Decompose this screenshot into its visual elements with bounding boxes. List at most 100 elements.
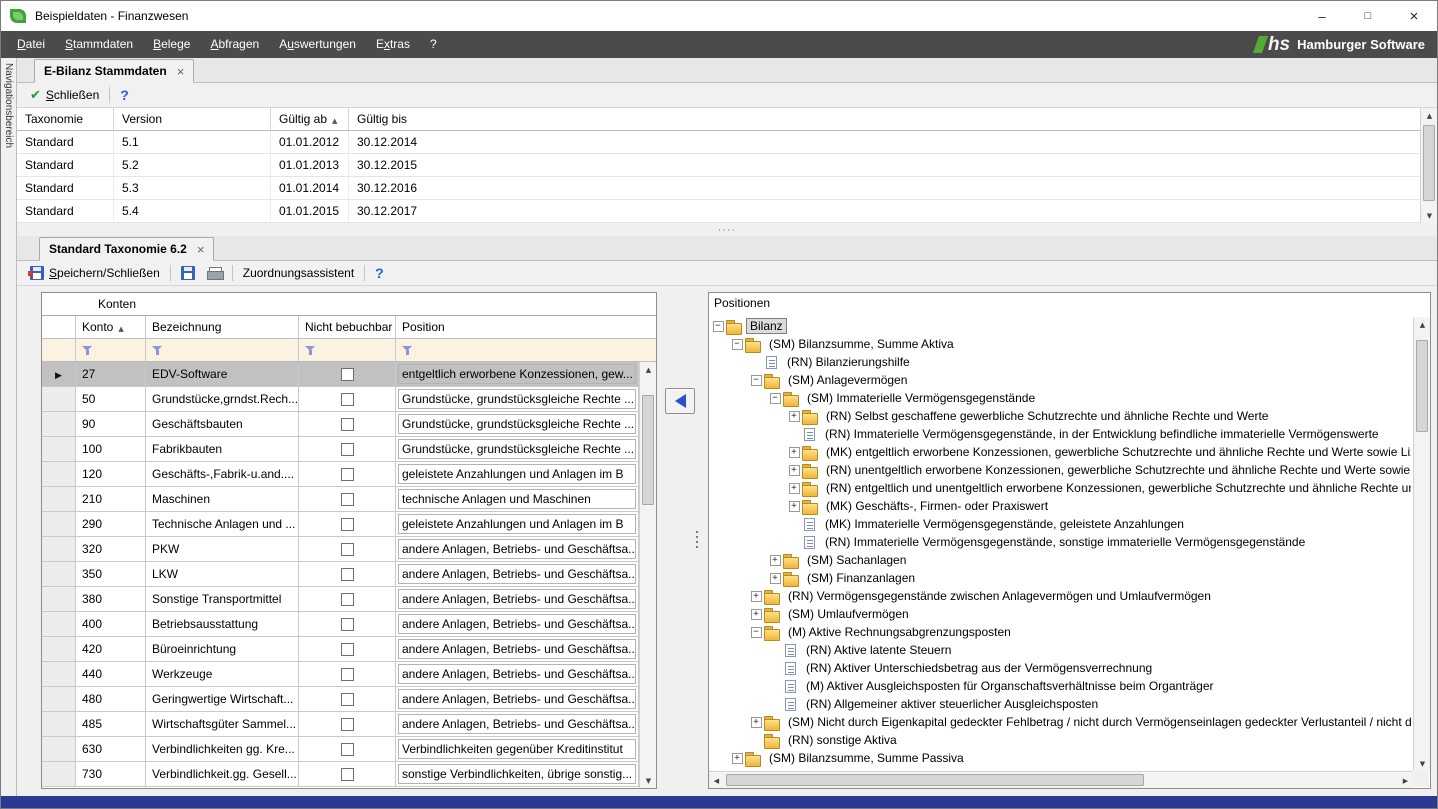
nicht-bebuchbar-checkbox[interactable] (341, 443, 354, 456)
nicht-bebuchbar-checkbox[interactable] (341, 518, 354, 531)
scroll-right-icon[interactable]: ▶ (1398, 772, 1413, 789)
nicht-bebuchbar-checkbox[interactable] (341, 743, 354, 756)
tree-node[interactable]: +(RN) Vermögensgegenstände zwischen Anla… (711, 587, 1412, 605)
expand-icon[interactable]: + (751, 591, 762, 602)
scrollbar-track[interactable] (1421, 123, 1437, 208)
tree-node[interactable]: +(SM) Umlaufvermögen (711, 605, 1412, 623)
collapse-icon[interactable]: − (732, 339, 743, 350)
save-button[interactable] (175, 264, 201, 282)
expand-icon[interactable]: + (789, 411, 800, 422)
nicht-bebuchbar-checkbox[interactable] (341, 593, 354, 606)
nicht-bebuchbar-checkbox[interactable] (341, 418, 354, 431)
tree-node[interactable]: (RN) Immaterielle Vermögensgegenstände, … (711, 533, 1412, 551)
taxonomie-row[interactable]: Standard5.401.01.201530.12.2017 (17, 200, 1420, 223)
tree-node[interactable]: (MK) Immaterielle Vermögensgegenstände, … (711, 515, 1412, 533)
tab-standard-taxonomie[interactable]: Standard Taxonomie 6.2 × (39, 237, 214, 261)
tree-node[interactable]: (RN) Aktiver Unterschiedsbetrag aus der … (711, 659, 1412, 677)
scrollbar-thumb[interactable] (642, 395, 654, 505)
upper-table-scrollbar[interactable]: ▲ ▼ (1420, 108, 1437, 223)
tree-node[interactable]: −Bilanz (711, 317, 1412, 335)
filter-funnel-icon[interactable] (305, 345, 316, 356)
navigation-strip[interactable]: Navigationsbereich (1, 58, 17, 796)
konten-row[interactable]: 210Maschinentechnische Anlagen und Masch… (42, 487, 639, 512)
tree-node[interactable]: +(MK) Geschäfts-, Firmen- oder Praxiswer… (711, 497, 1412, 515)
minimize-button[interactable]: – (1299, 1, 1345, 31)
column-header-nicht-bebuchbar[interactable]: Nicht bebuchbar (299, 316, 396, 338)
tree-node[interactable]: (RN) Aktive latente Steuern (711, 641, 1412, 659)
speichern-schliessen-button[interactable]: Speichern/Schließen (24, 264, 166, 282)
expand-icon[interactable]: + (770, 573, 781, 584)
print-button[interactable] (201, 265, 228, 282)
scroll-left-icon[interactable]: ◀ (709, 772, 724, 789)
collapse-icon[interactable]: − (751, 375, 762, 386)
konten-row[interactable]: 420Büroeinrichtungandere Anlagen, Betrie… (42, 637, 639, 662)
column-header-position[interactable]: Position (396, 316, 656, 338)
nicht-bebuchbar-checkbox[interactable] (341, 668, 354, 681)
konten-row[interactable]: 730Verbindlichkeit.gg. Gesell...sonstige… (42, 762, 639, 787)
collapse-icon[interactable]: − (713, 321, 724, 332)
taxonomie-row[interactable]: Standard5.301.01.201430.12.2016 (17, 177, 1420, 200)
scrollbar-track[interactable] (640, 377, 656, 773)
column-header-bezeichnung[interactable]: Bezeichnung (146, 316, 299, 338)
expand-icon[interactable]: + (789, 465, 800, 476)
konten-row[interactable]: 480Geringwertige Wirtschaft...andere Anl… (42, 687, 639, 712)
tree-node[interactable]: (RN) Immaterielle Vermögensgegenstände, … (711, 425, 1412, 443)
tree-node[interactable]: +(SM) Sachanlagen (711, 551, 1412, 569)
nicht-bebuchbar-checkbox[interactable] (341, 468, 354, 481)
menu-item-datei[interactable]: Datei (7, 31, 55, 58)
konten-row[interactable]: 400Betriebsausstattungandere Anlagen, Be… (42, 612, 639, 637)
taxonomie-row[interactable]: Standard5.101.01.201230.12.2014 (17, 131, 1420, 154)
expand-icon[interactable]: + (789, 501, 800, 512)
expand-icon[interactable]: + (732, 753, 743, 764)
menu-item-extras[interactable]: Extras (366, 31, 420, 58)
scroll-up-icon[interactable]: ▲ (1421, 108, 1438, 123)
tree-node[interactable]: +(SM) Finanzanlagen (711, 569, 1412, 587)
konten-row[interactable]: 630Verbindlichkeiten gg. Kre...Verbindli… (42, 737, 639, 762)
tree-node[interactable]: +(MK) entgeltlich erworbene Konzessionen… (711, 443, 1412, 461)
expand-icon[interactable]: + (789, 483, 800, 494)
zuordnungsassistent-button[interactable]: Zuordnungsassistent (237, 264, 360, 282)
tree-node[interactable]: (RN) Bilanzierungshilfe (711, 353, 1412, 371)
konten-row[interactable]: 50Grundstücke,grndst.Rech...Grundstücke,… (42, 387, 639, 412)
column-header-konto[interactable]: Konto (76, 316, 146, 338)
expand-icon[interactable]: + (789, 447, 800, 458)
filter-cell-konto[interactable] (76, 339, 146, 361)
scrollbar-thumb[interactable] (1416, 340, 1428, 432)
horizontal-splitter[interactable]: ···· (17, 223, 1437, 236)
column-header-gueltig-ab[interactable]: Gültig ab (271, 108, 349, 130)
menu-item-belege[interactable]: Belege (143, 31, 200, 58)
menu-item-stammdaten[interactable]: Stammdaten (55, 31, 143, 58)
konten-row[interactable]: 320PKWandere Anlagen, Betriebs- und Gesc… (42, 537, 639, 562)
maximize-button[interactable]: □ (1345, 1, 1391, 31)
positionen-hscrollbar[interactable]: ◀ ▶ (709, 771, 1413, 788)
tree-node[interactable]: (M) Aktiver Ausgleichsposten für Organsc… (711, 677, 1412, 695)
tree-node[interactable]: (RN) Allgemeiner aktiver steuerlicher Au… (711, 695, 1412, 713)
assign-position-button[interactable] (665, 388, 695, 414)
konten-row[interactable]: 380Sonstige Transportmittelandere Anlage… (42, 587, 639, 612)
nicht-bebuchbar-checkbox[interactable] (341, 543, 354, 556)
nicht-bebuchbar-checkbox[interactable] (341, 643, 354, 656)
menu-item-abfragen[interactable]: Abfragen (200, 31, 269, 58)
expand-icon[interactable]: + (751, 609, 762, 620)
column-header-gueltig-bis[interactable]: Gültig bis (349, 108, 1420, 130)
positionen-vscrollbar[interactable]: ▲ ▼ (1413, 317, 1430, 771)
help-button-lower[interactable]: ? (369, 264, 390, 282)
vertical-splitter-handle[interactable] (696, 531, 698, 548)
tree-node[interactable]: +(RN) entgeltlich und unentgeltlich erwo… (711, 479, 1412, 497)
nicht-bebuchbar-checkbox[interactable] (341, 368, 354, 381)
filter-cell-position[interactable] (396, 339, 656, 361)
menu-item-hilfe[interactable]: ? (420, 31, 447, 58)
filter-funnel-icon[interactable] (82, 345, 93, 356)
scrollbar-track[interactable] (724, 772, 1398, 788)
konten-row[interactable]: 120Geschäfts-,Fabrik-u.and....geleistete… (42, 462, 639, 487)
collapse-icon[interactable]: − (751, 627, 762, 638)
konten-row[interactable]: 440Werkzeugeandere Anlagen, Betriebs- un… (42, 662, 639, 687)
tab-close-icon[interactable]: × (197, 243, 205, 256)
nicht-bebuchbar-checkbox[interactable] (341, 393, 354, 406)
scroll-up-icon[interactable]: ▲ (1414, 317, 1431, 332)
tree-node[interactable]: −(SM) Bilanzsumme, Summe Aktiva (711, 335, 1412, 353)
expand-icon[interactable]: + (751, 717, 762, 728)
scrollbar-thumb[interactable] (1423, 125, 1435, 201)
nicht-bebuchbar-checkbox[interactable] (341, 693, 354, 706)
tree-node[interactable]: +(RN) Selbst geschaffene gewerbliche Sch… (711, 407, 1412, 425)
